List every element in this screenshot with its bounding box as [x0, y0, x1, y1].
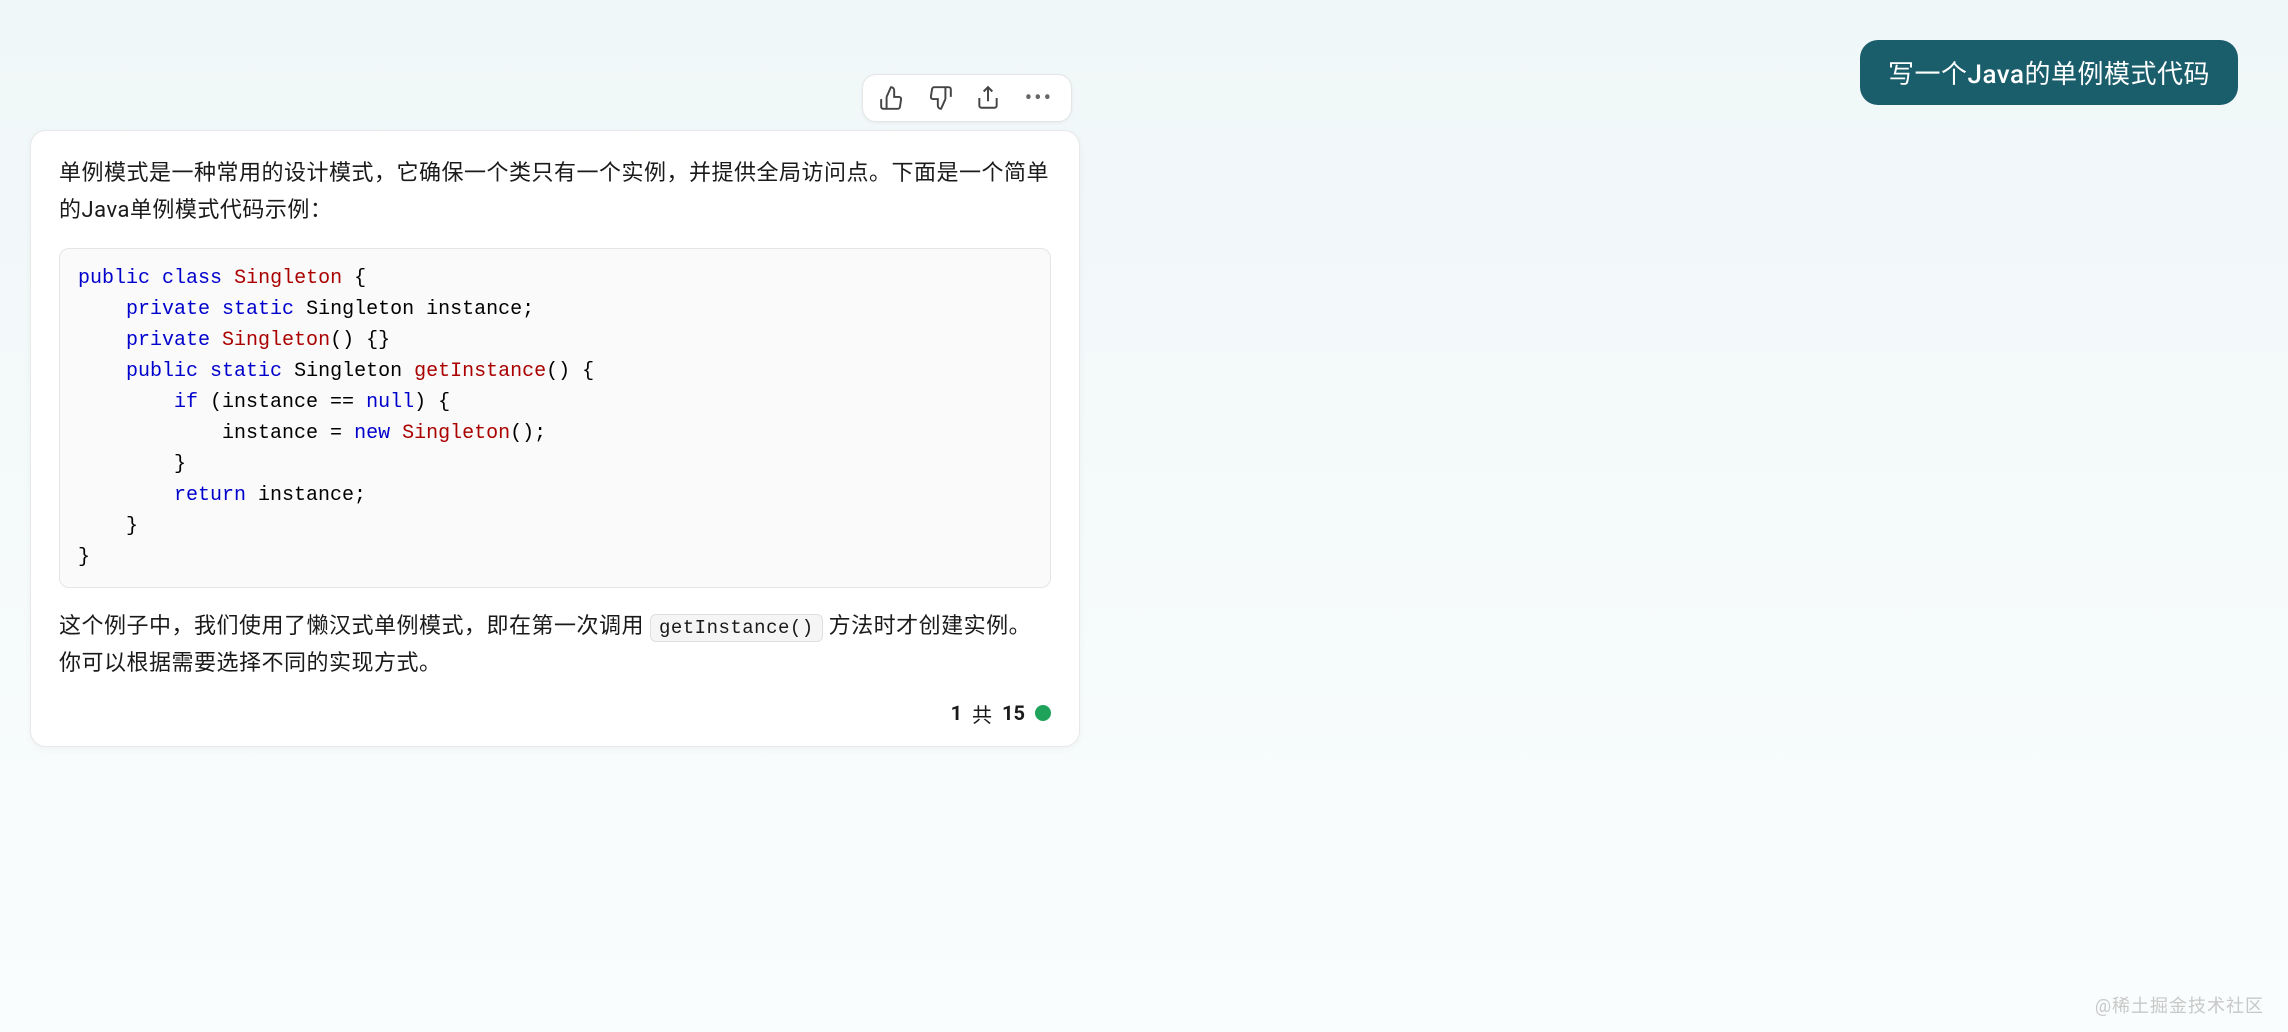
code-content: public class Singleton { private static … [78, 263, 1032, 573]
pagination: 1 共 15 [59, 699, 1051, 728]
more-icon: ••• [1025, 86, 1053, 111]
more-button[interactable]: ••• [1021, 86, 1057, 111]
response-outro: 这个例子中，我们使用了懒汉式单例模式，即在第一次调用 getInstance()… [59, 608, 1051, 683]
action-toolbar: ••• [862, 74, 1072, 122]
pagination-total: 15 [1002, 701, 1025, 725]
thumbs-up-icon [879, 85, 905, 111]
share-button[interactable] [973, 83, 1003, 113]
outro-before: 这个例子中，我们使用了懒汉式单例模式，即在第一次调用 [59, 614, 650, 639]
response-intro: 单例模式是一种常用的设计模式，它确保一个类只有一个实例，并提供全局访问点。下面是… [59, 155, 1051, 230]
inline-code: getInstance() [650, 614, 823, 642]
thumbs-up-button[interactable] [877, 83, 907, 113]
user-message-text: 写一个Java的单例模式代码 [1888, 60, 2210, 90]
user-message-bubble: 写一个Java的单例模式代码 [1860, 40, 2238, 105]
thumbs-down-icon [927, 85, 953, 111]
response-wrapper: ••• 单例模式是一种常用的设计模式，它确保一个类只有一个实例，并提供全局访问点… [30, 80, 1080, 747]
share-icon [975, 85, 1001, 111]
pagination-of-label: 共 [972, 699, 992, 728]
assistant-response-card: 单例模式是一种常用的设计模式，它确保一个类只有一个实例，并提供全局访问点。下面是… [30, 130, 1080, 747]
watermark: @稀土掘金技术社区 [2095, 992, 2264, 1018]
thumbs-down-button[interactable] [925, 83, 955, 113]
code-block: public class Singleton { private static … [59, 248, 1051, 588]
pagination-current: 1 [951, 701, 962, 725]
status-indicator [1035, 705, 1051, 721]
